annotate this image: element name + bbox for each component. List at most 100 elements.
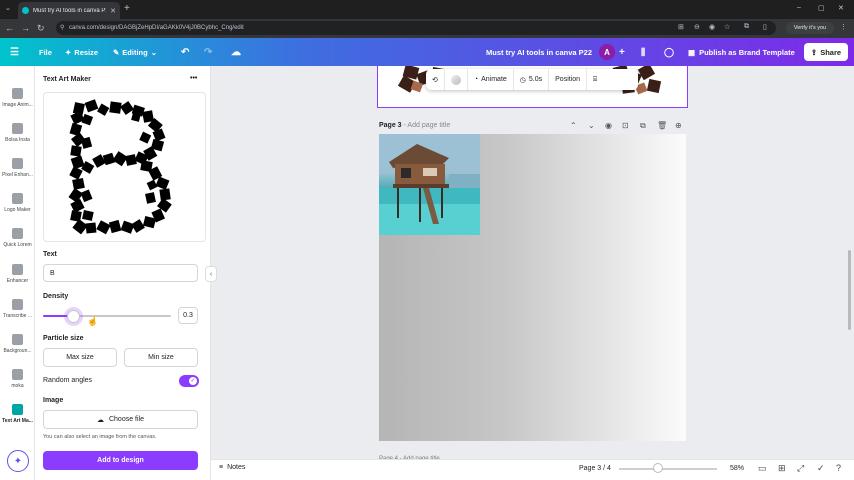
back-icon[interactable]: ←	[5, 23, 14, 33]
rail-item-label: Pixel Enhan...	[2, 172, 33, 178]
delete-page-icon[interactable]: 🗑	[657, 121, 667, 130]
animate-button[interactable]: ◔ Animate	[468, 69, 514, 90]
page-view-icon[interactable]: ▭	[758, 463, 767, 474]
rail-item-background[interactable]: Backgroun...	[0, 334, 35, 354]
zoom-icon[interactable]: ⊖	[694, 23, 700, 31]
rail-item-quick-lorem[interactable]: Quick Lorem	[0, 228, 35, 248]
element-floating-toolbar: ⟲ ◔ Animate ◷ 5.0s Position ⌸	[426, 69, 638, 90]
rail-item-image-animate[interactable]: Image Anim...	[0, 88, 35, 108]
cloud-saved-icon[interactable]: ☁	[231, 44, 241, 60]
undo-icon[interactable]: ↶	[181, 44, 189, 60]
new-tab-button[interactable]: +	[124, 3, 130, 14]
particle-b-shape	[68, 99, 172, 235]
redo-icon[interactable]: ↷	[204, 44, 212, 60]
density-value-input[interactable]: 0.3	[178, 307, 198, 324]
position-button[interactable]: Position	[549, 69, 588, 90]
avatar[interactable]: A	[599, 44, 615, 60]
minimize-button[interactable]: –	[797, 4, 801, 11]
bookmark-star-icon[interactable]: ☆	[724, 23, 730, 31]
rail-item-text-art-maker[interactable]: Text Art Ma...	[0, 404, 35, 424]
rail-item-enhancer[interactable]: Enhancer	[0, 264, 35, 284]
rail-item-moka[interactable]: moka	[0, 369, 35, 389]
file-menu-button[interactable]: File	[39, 44, 52, 60]
editing-mode-button[interactable]: ✎ Editing ⌄	[113, 44, 157, 60]
logo-maker-icon	[12, 193, 23, 204]
quick-lorem-icon	[12, 228, 23, 239]
add-to-design-button[interactable]: Add to design	[43, 451, 198, 470]
insights-chart-icon[interactable]: ⫼	[641, 44, 645, 60]
share-label: Share	[820, 47, 842, 57]
bungalow-image	[379, 134, 480, 235]
max-size-button[interactable]: Max size	[43, 348, 117, 367]
publish-brand-template-button[interactable]: ▦ Publish as Brand Template	[682, 43, 796, 61]
share-button[interactable]: ⇪ Share	[804, 43, 848, 61]
eye-icon[interactable]: ◉	[709, 23, 715, 31]
choose-file-button[interactable]: ☁ Choose file	[43, 410, 198, 429]
tab-close-icon[interactable]: ✕	[110, 7, 116, 15]
grid-view-icon[interactable]: ⊞	[778, 463, 786, 474]
rail-item-label: Quick Lorem	[3, 242, 32, 248]
duration-button[interactable]: ◷ 5.0s	[514, 69, 550, 90]
page-count[interactable]: Page 3 / 4	[579, 465, 611, 472]
add-collaborator-icon[interactable]: +	[619, 44, 625, 60]
browser-tab[interactable]: Must try AI tools in canva P22 ✕	[18, 2, 120, 19]
animate-label: Animate	[481, 76, 507, 83]
reload-icon[interactable]: ↻	[37, 23, 45, 34]
notes-button[interactable]: ≡ Notes	[219, 464, 245, 471]
page-3-title[interactable]: Page 3 - Add page title	[379, 122, 450, 129]
notes-icon: ≡	[219, 464, 224, 471]
close-window-button[interactable]: ✕	[838, 4, 844, 12]
panel-title: Text Art Maker	[43, 76, 91, 83]
forward-icon[interactable]: →	[21, 23, 30, 33]
add-page-icon[interactable]: ⊕	[675, 121, 682, 130]
magic-sparkle-button[interactable]: ✦	[7, 450, 29, 472]
canvas-scrollbar[interactable]	[848, 250, 851, 330]
random-angles-toggle[interactable]: ✓	[179, 375, 199, 387]
moka-icon	[12, 369, 23, 380]
text-input[interactable]: B	[43, 264, 198, 282]
choose-file-label: Choose file	[108, 416, 145, 423]
sidebar-icon[interactable]: ▯	[763, 23, 767, 31]
min-size-button[interactable]: Min size	[124, 348, 198, 367]
apps-rail: Image Anim... Bolsa Insta Pixel Enhan...…	[0, 66, 35, 480]
rail-item-bolsa-insta[interactable]: Bolsa Insta	[0, 123, 35, 143]
transcribe-icon	[12, 299, 23, 310]
collapse-panel-button[interactable]: ‹	[205, 266, 217, 282]
zoom-percentage[interactable]: 58%	[730, 465, 744, 472]
comment-icon[interactable]: ◯	[664, 44, 674, 60]
paint-format-button[interactable]: ⌸	[587, 69, 603, 90]
position-label: Position	[555, 76, 581, 83]
magic-resize-icon: ✦	[65, 47, 72, 57]
translate-icon[interactable]: ⊞	[678, 23, 684, 31]
menu-icon[interactable]: ☰	[10, 44, 19, 60]
check-circle-icon[interactable]: ✓	[817, 463, 825, 474]
add-page-title-placeholder[interactable]: Add page title	[407, 122, 450, 129]
overwater-bungalow-photo[interactable]	[379, 134, 480, 235]
zoom-slider-track[interactable]	[619, 468, 717, 470]
move-page-down-icon[interactable]: ⌄	[588, 121, 595, 130]
resize-button[interactable]: ✦ Resize	[65, 44, 98, 60]
browser-menu-icon[interactable]: ⋮	[840, 23, 847, 31]
rail-item-logo-maker[interactable]: Logo Maker	[0, 193, 35, 213]
verify-label: Verify it's you	[793, 25, 827, 31]
help-icon[interactable]: ?	[836, 463, 841, 473]
more-options-icon[interactable]: •••	[190, 75, 197, 82]
extensions-icon[interactable]: ⧉	[744, 23, 749, 31]
rotate-button[interactable]: ⟲	[426, 69, 445, 90]
maximize-button[interactable]: ▢	[818, 4, 825, 12]
move-page-up-icon[interactable]: ⌃	[570, 121, 577, 130]
document-title[interactable]: Must try AI tools in canva P22	[486, 48, 592, 57]
duplicate-page-icon[interactable]: ⧉	[640, 121, 646, 131]
chevron-left-icon: ‹	[209, 270, 213, 278]
color-swatch-button[interactable]	[445, 69, 468, 90]
tab-search-icon[interactable]: ⌄	[5, 4, 11, 12]
fullscreen-icon[interactable]: ⤢	[797, 463, 804, 474]
verify-button[interactable]: Verify it's you	[786, 22, 834, 34]
rail-item-pixel-enhancer[interactable]: Pixel Enhan...	[0, 158, 35, 178]
rail-item-transcribe[interactable]: Transcribe ...	[0, 299, 35, 319]
site-info-icon[interactable]: ⚲	[60, 24, 64, 31]
mouse-pointer-icon: ☝	[87, 316, 99, 326]
url-bar[interactable]: ⚲ canva.com/design/DAGBjZeHpDI/aGAKk0V4j…	[56, 21, 776, 35]
lock-page-icon[interactable]: ⊡	[622, 121, 629, 130]
hide-page-icon[interactable]: ◉	[605, 121, 612, 130]
